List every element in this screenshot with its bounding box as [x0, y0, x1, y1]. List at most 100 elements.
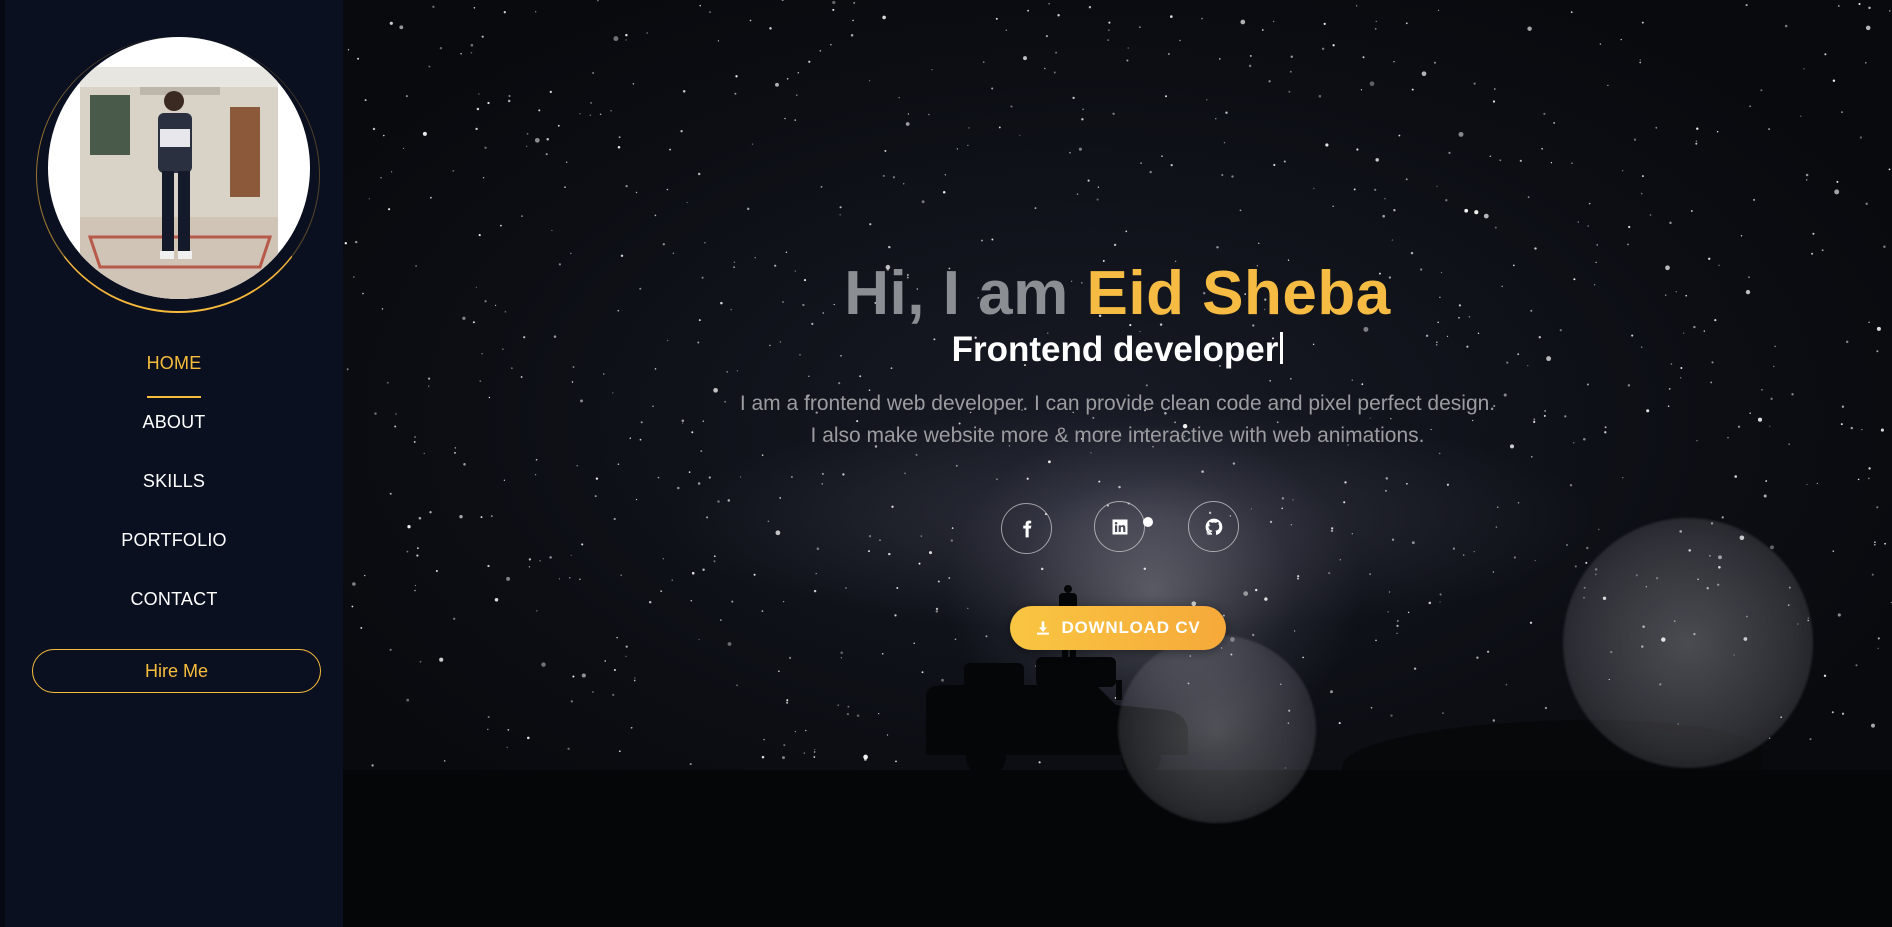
- star: [1223, 141, 1226, 144]
- star: [982, 61, 985, 63]
- star: [452, 169, 455, 172]
- star: [1339, 558, 1342, 561]
- star: [1544, 706, 1548, 710]
- star: [931, 68, 933, 71]
- star: [731, 600, 734, 603]
- star: [1865, 202, 1868, 205]
- star: [1405, 22, 1408, 25]
- star: [895, 760, 897, 763]
- nav-link-skills[interactable]: SKILLS: [143, 463, 205, 499]
- star: [1225, 111, 1228, 114]
- nav-link-about[interactable]: ABOUT: [142, 404, 205, 440]
- star: [734, 92, 737, 95]
- star: [1569, 483, 1573, 487]
- star: [603, 373, 605, 375]
- star: [786, 699, 789, 702]
- star: [478, 93, 480, 95]
- star: [625, 33, 628, 37]
- star: [1393, 209, 1396, 212]
- star: [1218, 58, 1221, 60]
- nav-item-portfolio[interactable]: PORTFOLIO: [5, 522, 343, 581]
- star: [761, 454, 764, 456]
- star: [662, 243, 665, 246]
- star: [1088, 6, 1092, 9]
- star: [821, 472, 824, 475]
- star: [1620, 38, 1622, 41]
- star: [1396, 619, 1399, 622]
- star: [566, 161, 568, 163]
- star: [1167, 52, 1170, 56]
- star: [405, 95, 408, 98]
- nav-item-about[interactable]: ABOUT: [5, 404, 343, 463]
- star: [1356, 148, 1359, 151]
- star: [1585, 561, 1588, 564]
- nav-link-contact[interactable]: CONTACT: [130, 581, 217, 617]
- star: [1053, 71, 1056, 74]
- star: [708, 476, 711, 479]
- star: [1639, 61, 1642, 64]
- star: [526, 145, 528, 147]
- star: [1044, 67, 1046, 70]
- star: [1494, 88, 1496, 90]
- nav-link-home[interactable]: HOME: [147, 345, 202, 381]
- star: [814, 748, 816, 751]
- github-link[interactable]: [1188, 501, 1239, 552]
- star: [785, 251, 788, 253]
- star: [1108, 21, 1111, 24]
- star: [506, 746, 508, 749]
- download-cv-button[interactable]: DOWNLOAD CV: [1010, 606, 1226, 650]
- nav-item-home[interactable]: HOME: [5, 345, 343, 404]
- star: [830, 44, 832, 46]
- star: [1749, 105, 1751, 108]
- star: [1836, 180, 1839, 183]
- star: [1421, 71, 1427, 77]
- star: [905, 122, 910, 126]
- star: [1406, 482, 1408, 485]
- star: [746, 207, 750, 211]
- star: [429, 196, 432, 199]
- star: [613, 36, 619, 42]
- star: [1390, 714, 1393, 717]
- star: [884, 149, 887, 152]
- sidebar: HOME ABOUT SKILLS PORTFOLIO CONTACT Hire…: [5, 0, 343, 927]
- star: [546, 138, 549, 141]
- star: [1387, 611, 1389, 613]
- star: [1812, 232, 1815, 235]
- star: [569, 577, 571, 579]
- hire-me-button[interactable]: Hire Me: [32, 649, 321, 693]
- star: [648, 600, 652, 604]
- star: [1407, 611, 1410, 614]
- star: [717, 40, 719, 42]
- profile-avatar-container: [36, 37, 322, 317]
- nav-link-portfolio[interactable]: PORTFOLIO: [121, 522, 227, 558]
- star: [677, 486, 680, 490]
- star: [1296, 577, 1300, 580]
- star: [781, 0, 784, 2]
- star: [1641, 21, 1644, 24]
- star: [1398, 134, 1401, 137]
- star: [1344, 481, 1347, 484]
- star: [1026, 477, 1029, 480]
- nav-item-contact[interactable]: CONTACT: [5, 581, 343, 640]
- star: [630, 726, 633, 729]
- star: [435, 570, 438, 572]
- star: [1325, 143, 1329, 147]
- star: [881, 652, 884, 655]
- star: [995, 17, 998, 20]
- facebook-link[interactable]: [1001, 503, 1052, 554]
- star: [1384, 198, 1386, 200]
- star: [1023, 56, 1027, 61]
- role-text: Frontend developer: [951, 330, 1279, 369]
- star: [386, 381, 389, 384]
- star: [423, 452, 425, 455]
- star: [794, 119, 797, 121]
- star: [660, 590, 663, 593]
- nav-item-skills[interactable]: SKILLS: [5, 463, 343, 522]
- star: [1841, 111, 1843, 113]
- star: [535, 11, 537, 13]
- star: [697, 172, 701, 176]
- linkedin-link[interactable]: [1094, 501, 1145, 552]
- star: [625, 39, 627, 41]
- star: [402, 147, 405, 150]
- star: [832, 0, 836, 5]
